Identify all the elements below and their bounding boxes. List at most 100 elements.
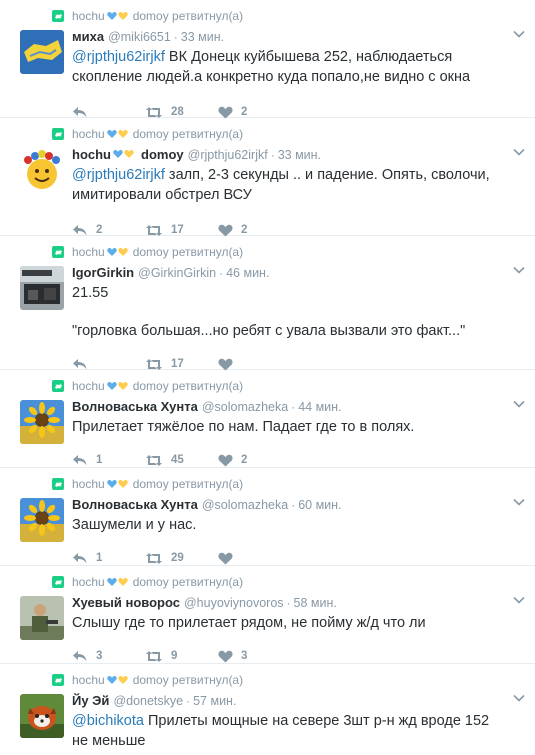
author-screen-name[interactable]: @huyoviynovoros: [184, 594, 284, 612]
tweet-header: Волноваська Хунта @solomazheka · 60 мин.: [72, 496, 499, 514]
retweeter-name[interactable]: hochu: [72, 9, 105, 23]
tweet[interactable]: hochu domoy ретвитнул(а) миха @miki6651 …: [0, 0, 535, 118]
retweeter-name[interactable]: hochu: [72, 673, 105, 687]
mention-link[interactable]: @rjpthju62irjkf: [72, 49, 165, 65]
tweet-header: Волноваська Хунта @solomazheka · 44 мин.: [72, 398, 499, 416]
retweet-count: 17: [171, 358, 184, 370]
heart-icon: [218, 224, 233, 236]
reply-button[interactable]: 2: [72, 224, 145, 237]
blue-heart-icon: [106, 130, 117, 138]
tweet[interactable]: hochu domoy ретвитнул(а) IgorGirkin @Gir…: [0, 236, 535, 370]
like-button[interactable]: 2: [218, 224, 291, 237]
avatar[interactable]: [20, 30, 64, 74]
tweet-text: @bichikota Прилеты мощные на севере 3шт …: [72, 711, 499, 751]
retweet-icon: [146, 552, 162, 564]
author-fullname[interactable]: hochu: [72, 146, 111, 164]
retweet-context: hochu domoy ретвитнул(а): [72, 8, 499, 24]
author-fullname[interactable]: Волноваська Хунта: [72, 398, 198, 416]
author-screen-name[interactable]: @donetskye: [113, 692, 183, 710]
chevron-down-icon[interactable]: [513, 266, 525, 274]
author-fullname[interactable]: Йу Эй: [72, 692, 109, 710]
tweet-timestamp[interactable]: 33 мин.: [181, 28, 224, 46]
tweet-header: миха @miki6651 · 33 мин.: [72, 28, 499, 46]
tweet[interactable]: hochu domoy ретвитнул(а) Йу Эй @donetsky…: [0, 664, 535, 755]
retweet-button[interactable]: 9: [145, 650, 218, 663]
author-fullname[interactable]: Хуевый новорос: [72, 594, 180, 612]
tweet[interactable]: hochu domoy ретвитнул(а) hochu domoy @rj…: [0, 118, 535, 236]
retweet-context: hochu domoy ретвитнул(а): [72, 244, 499, 260]
tweet-timestamp[interactable]: 57 мин.: [193, 692, 236, 710]
retweeter-name[interactable]: hochu: [72, 575, 105, 589]
reply-button[interactable]: [72, 106, 145, 119]
heart-icon: [218, 552, 233, 564]
avatar[interactable]: [20, 400, 64, 444]
avatar[interactable]: [20, 694, 64, 738]
retweet-button[interactable]: 28: [145, 106, 218, 119]
like-button[interactable]: 2: [218, 106, 291, 119]
author-screen-name[interactable]: @rjpthju62irjkf: [188, 146, 268, 164]
yellow-heart-icon: [117, 12, 128, 20]
tweet-text: Прилетает тяжёлое по нам. Падает где то …: [72, 417, 499, 437]
author-fullname[interactable]: IgorGirkin: [72, 264, 134, 282]
reply-button[interactable]: 3: [72, 650, 145, 663]
retweet-count: 17: [171, 224, 184, 236]
heart-icon: [218, 106, 233, 118]
chevron-down-icon[interactable]: [513, 400, 525, 408]
tweet-timestamp[interactable]: 46 мин.: [226, 264, 269, 282]
tweet-timestamp[interactable]: 60 мин.: [298, 496, 341, 514]
tweet-timestamp[interactable]: 33 мин.: [278, 146, 321, 164]
author-fullname-suffix[interactable]: domoy: [141, 146, 184, 164]
author-fullname[interactable]: Волноваська Хунта: [72, 496, 198, 514]
retweeter-name[interactable]: hochu: [72, 379, 105, 393]
like-button[interactable]: 2: [218, 454, 291, 467]
tweet-timestamp[interactable]: 44 мин.: [298, 398, 341, 416]
reply-icon: [73, 358, 87, 369]
chevron-down-icon[interactable]: [513, 694, 525, 702]
author-screen-name[interactable]: @solomazheka: [202, 496, 288, 514]
chevron-down-icon[interactable]: [513, 148, 525, 156]
reply-button[interactable]: 1: [72, 454, 145, 467]
like-button[interactable]: [218, 552, 291, 565]
tweet-text: @rjpthju62irjkf залп, 2-3 секунды .. и п…: [72, 165, 499, 205]
reply-button[interactable]: 1: [72, 552, 145, 565]
reply-count: 1: [96, 454, 103, 466]
tweet[interactable]: hochu domoy ретвитнул(а) Волноваська Хун…: [0, 370, 535, 468]
avatar[interactable]: [20, 498, 64, 542]
retweeter-name[interactable]: hochu: [72, 127, 105, 141]
chevron-down-icon[interactable]: [513, 596, 525, 604]
retweeter-name[interactable]: hochu: [72, 245, 105, 259]
author-fullname[interactable]: миха: [72, 28, 104, 46]
retweet-icon: [52, 674, 64, 686]
chevron-down-icon[interactable]: [513, 498, 525, 506]
tweet-header: Йу Эй @donetskye · 57 мин.: [72, 692, 499, 710]
reply-count: 2: [96, 224, 103, 236]
mention-link[interactable]: @rjpthju62irjkf: [72, 167, 165, 183]
blue-heart-icon: [106, 248, 117, 256]
author-screen-name[interactable]: @solomazheka: [202, 398, 288, 416]
retweet-button[interactable]: 29: [145, 552, 218, 565]
avatar[interactable]: [20, 596, 64, 640]
like-count: 2: [241, 106, 248, 118]
yellow-heart-icon: [117, 480, 128, 488]
retweet-context: hochu domoy ретвитнул(а): [72, 574, 499, 590]
retweet-button[interactable]: 45: [145, 454, 218, 467]
retweet-button[interactable]: 17: [145, 224, 218, 237]
mention-link[interactable]: @bichikota: [72, 713, 144, 729]
blue-heart-icon: [106, 676, 117, 684]
like-button[interactable]: [218, 358, 291, 371]
avatar[interactable]: [20, 266, 64, 310]
tweet-timestamp[interactable]: 58 мин.: [294, 594, 337, 612]
author-screen-name[interactable]: @GirkinGirkin: [138, 264, 216, 282]
reply-button[interactable]: [72, 358, 145, 371]
retweet-count: 29: [171, 552, 184, 564]
tweet[interactable]: hochu domoy ретвитнул(а) Хуевый новорос …: [0, 566, 535, 664]
reply-icon: [73, 454, 87, 465]
avatar[interactable]: [20, 148, 64, 192]
retweeter-name[interactable]: hochu: [72, 477, 105, 491]
retweet-button[interactable]: 17: [145, 358, 218, 371]
yellow-heart-icon: [117, 248, 128, 256]
chevron-down-icon[interactable]: [513, 30, 525, 38]
tweet[interactable]: hochu domoy ретвитнул(а) Волноваська Хун…: [0, 468, 535, 566]
author-screen-name[interactable]: @miki6651: [108, 28, 171, 46]
like-button[interactable]: 3: [218, 650, 291, 663]
